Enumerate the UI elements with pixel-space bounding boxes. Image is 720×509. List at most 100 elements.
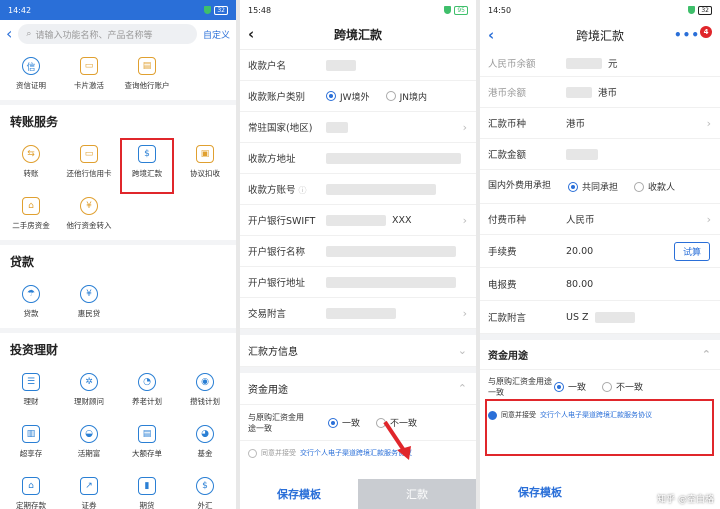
currency-row[interactable]: 汇款币种 港币 › — [480, 108, 720, 139]
top-services: 信资信证明 ▭ 卡片激活 ▤ 查询他行账户 — [0, 48, 236, 100]
radio-label: JN境内 — [399, 92, 427, 103]
customize-button[interactable]: 自定义 — [203, 28, 230, 41]
field-value: US Z — [566, 311, 589, 323]
chevron-right-icon: › — [462, 306, 467, 320]
unit-label: 港币 — [598, 88, 618, 99]
save-template-button[interactable]: 保存模板 — [480, 475, 600, 509]
radio-checked-icon — [554, 381, 564, 392]
postscript-row[interactable]: 汇款附言 US Z — [480, 301, 720, 334]
radio-jn[interactable]: JN境内 — [385, 90, 427, 103]
service-other-bank[interactable]: ▤ 查询他行账户 — [118, 48, 176, 100]
remit-form-panel: 15:48 95 ‹ 跨境汇款 收款户名 收款账户类别 JW境外 JN境内 常驻国家(… — [240, 0, 476, 509]
back-icon[interactable]: ‹ — [488, 27, 494, 43]
purpose-section-header[interactable]: 资金用途 ⌃ — [240, 373, 476, 405]
section-title: 转账服务 — [10, 115, 59, 129]
remitter-section-header[interactable]: 汇款方信息 ⌄ — [240, 335, 476, 367]
service-fund[interactable]: ◕ 基金 — [176, 416, 234, 468]
service-huimin[interactable]: ¥ 惠民贷 — [60, 276, 118, 328]
bank-name-row[interactable]: 开户银行名称 — [240, 236, 476, 267]
swift-row[interactable]: 开户银行SWIFT XXX › — [240, 205, 476, 236]
search-header: ‹ ⌕ 请输入功能名称、产品名称等 自定义 — [0, 20, 236, 48]
pension-icon: ◔ — [138, 373, 156, 391]
service-advisor[interactable]: ✲ 理财顾问 — [60, 364, 118, 416]
search-icon: ⌕ — [26, 29, 32, 39]
menu-panel: 14:42 32 ‹ ⌕ 请输入功能名称、产品名称等 自定义 信资信证明 ▭ 卡片激… — [0, 0, 236, 509]
transfer-icon: ⇆ — [22, 145, 40, 163]
service-pension[interactable]: ◔ 养老计划 — [118, 364, 176, 416]
service-futures[interactable]: ▮ 期货 — [118, 468, 176, 509]
radio-shared[interactable]: 共同承担 — [568, 180, 618, 193]
radio-diff[interactable]: 不一致 — [602, 380, 643, 393]
service-transfer[interactable]: ⇆ 转账 — [2, 136, 60, 188]
field-label: 汇款币种 — [488, 119, 527, 130]
checkbox-unchecked-icon[interactable] — [248, 448, 257, 458]
postscript-row[interactable]: 交易附言 › — [240, 298, 476, 329]
service-card-activate[interactable]: ▭ 卡片激活 — [60, 48, 118, 100]
service-deposit[interactable]: ▥ 超享存 — [2, 416, 60, 468]
radio-same[interactable]: 一致 — [328, 416, 360, 429]
service-fund-in[interactable]: ¥ 他行资金转入 — [60, 188, 118, 240]
payee-name-row[interactable]: 收款户名 — [240, 50, 476, 81]
radio-checked-icon — [326, 91, 336, 101]
field-label: 电报费 — [488, 280, 517, 291]
loan-section: 贷款 ☂ 贷款 ¥ 惠民贷 — [0, 245, 236, 328]
address-row[interactable]: 收款方地址 — [240, 143, 476, 174]
service-cross-border[interactable]: $ 跨境汇款 — [118, 136, 176, 194]
battery-icon: 95 — [454, 5, 468, 15]
fee-currency-row[interactable]: 付费币种 人民币 › — [480, 204, 720, 235]
radio-payee[interactable]: 收款人 — [634, 180, 675, 193]
service-credit-repay[interactable]: ▭ 还他行信用卡 — [60, 136, 118, 188]
service-fixed[interactable]: ⌂ 定期存款 — [2, 468, 60, 509]
field-label: 人民币余额 — [488, 59, 536, 70]
radio-jw[interactable]: JW境外 — [326, 90, 370, 103]
agreement-row: 同意并接受 交行个人电子渠道跨境汇款服务协议 — [240, 441, 476, 465]
label-text: 与原购汇资金用途一致 — [488, 376, 552, 397]
page-title: 跨境汇款 — [333, 28, 382, 42]
chevron-right-icon: › — [462, 120, 467, 134]
service-loan[interactable]: ☂ 贷款 — [2, 276, 60, 328]
more-icon[interactable]: ••• — [674, 28, 700, 42]
service-agreement[interactable]: ▣ 协议扣收 — [176, 136, 234, 188]
redacted-value — [566, 57, 602, 69]
service-label: 惠民贷 — [77, 309, 101, 318]
service-label: 攒钱计划 — [190, 397, 220, 406]
radio-same[interactable]: 一致 — [554, 380, 586, 393]
field-label: 汇款金额 — [488, 150, 527, 161]
account-icon: ▤ — [138, 57, 156, 75]
service-stock[interactable]: ↗ 证券 — [60, 468, 118, 509]
advisor-icon: ✲ — [80, 373, 98, 391]
label-text: 收款方账号 — [248, 185, 296, 196]
purpose-section-header[interactable]: 资金用途 ⌃ — [480, 340, 720, 370]
chevron-right-icon: › — [706, 116, 711, 130]
amount-row[interactable]: 汇款金额 — [480, 139, 720, 170]
service-finance[interactable]: ☰ 理财 — [2, 364, 60, 416]
service-current[interactable]: ◒ 活期富 — [60, 416, 118, 468]
back-icon[interactable]: ‹ — [6, 26, 12, 42]
service-label: 期货 — [139, 501, 155, 509]
remit-button[interactable]: 汇款 — [358, 479, 476, 509]
redacted-value — [326, 307, 396, 319]
service-label: 卡片激活 — [74, 81, 104, 90]
country-row[interactable]: 常驻国家(地区) › — [240, 112, 476, 143]
service-forex[interactable]: $ 外汇 — [176, 468, 234, 509]
service-cd[interactable]: ▤ 大额存单 — [118, 416, 176, 468]
service-label: 定期存款 — [16, 501, 46, 509]
save-template-button[interactable]: 保存模板 — [240, 479, 358, 509]
current-icon: ◒ — [80, 425, 98, 443]
agree-text: 同意并接受 — [261, 449, 296, 457]
service-label: 理财顾问 — [74, 397, 104, 406]
service-house[interactable]: ⌂ 二手房资金 — [2, 188, 60, 240]
back-icon[interactable]: ‹ — [248, 27, 254, 42]
chevron-right-icon: › — [706, 212, 711, 226]
field-label: 收款方账号 ⓘ — [248, 182, 326, 196]
rmb-balance-row: 人民币余额 元 — [480, 50, 720, 77]
service-credit-certificate[interactable]: 信资信证明 — [2, 48, 60, 100]
account-no-row[interactable]: 收款方账号 ⓘ — [240, 174, 476, 205]
service-piggy[interactable]: ◉ 攒钱计划 — [176, 364, 234, 416]
field-label: 与原购汇资金用途一致 — [248, 412, 304, 433]
field-label: 开户银行地址 — [248, 278, 306, 289]
bank-address-row[interactable]: 开户银行地址 — [240, 267, 476, 298]
search-input[interactable]: ⌕ 请输入功能名称、产品名称等 — [18, 24, 197, 44]
calculate-button[interactable]: 试算 — [673, 241, 710, 261]
radio-unchecked-icon — [634, 181, 645, 192]
